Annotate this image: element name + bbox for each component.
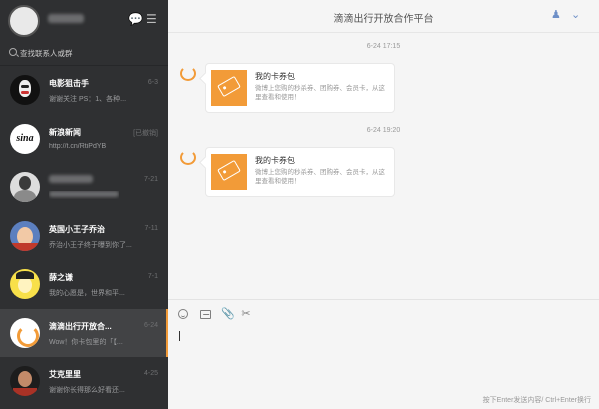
contact-item-didi[interactable]: 滴滴出行开放合... Wow！你卡包里的「【... 6-24 <box>0 308 168 357</box>
contact-item-aikelili[interactable]: 艾克里里 谢谢你长得那么好看还... 4-25 <box>0 357 168 406</box>
emoji-icon[interactable] <box>178 309 188 319</box>
avatar <box>10 366 40 396</box>
message-timestamp: 6-24 19:20 <box>366 127 401 134</box>
contact-item-blurred[interactable]: 7-21 <box>0 163 168 212</box>
contact-list: 电影狙击手 谢谢关注 PS：1、各种... 6-3 sina 新浪新闻 http… <box>0 66 168 406</box>
contact-item-movie-sniper[interactable]: 电影狙击手 谢谢关注 PS：1、各种... 6-3 <box>0 66 168 115</box>
card-title: 我的卡券包 <box>255 72 295 81</box>
contact-preview: 乔治小王子终于曝到你了... <box>49 241 132 249</box>
tag-icon <box>217 75 241 98</box>
chat-header: 滴滴出行开放合作平台 ♟ ⌄ <box>168 0 599 33</box>
avatar <box>10 317 40 348</box>
sidebar: 💬 ☰ 电影狙击手 谢谢关注 PS：1、各种... 6-3 sina 新浪新闻 … <box>0 0 168 409</box>
my-name-blurred <box>48 14 84 23</box>
search-input[interactable] <box>20 46 160 61</box>
scissors-icon[interactable]: ✂ <box>240 308 252 320</box>
contact-preview: 谢谢你长得那么好看还... <box>49 387 125 394</box>
chat-title: 滴滴出行开放合作平台 <box>333 14 434 25</box>
card-title: 我的卡券包 <box>255 156 295 165</box>
contact-preview: http://t.cn/RtiPdYB <box>49 142 107 150</box>
coupon-card[interactable]: 我的卡券包 微博上您购的秒杀券、团购券、会员卡，从这里查看和使用！ <box>205 63 395 113</box>
chat-bubble-icon[interactable]: 💬 <box>128 12 143 26</box>
message-area: 6-24 17:15 我的卡券包 微博上您购的秒杀券、团购券、会员卡，从这里查看… <box>168 33 599 299</box>
profile-header: 💬 ☰ <box>0 0 168 42</box>
contact-preview-blurred <box>49 191 119 199</box>
contact-time: 6-3 <box>147 79 158 86</box>
coupon-thumbnail <box>211 154 247 190</box>
contact-time: 4-25 <box>143 370 158 377</box>
menu-list-icon[interactable]: ☰ <box>146 12 157 26</box>
tag-icon <box>217 159 241 182</box>
contact-time: 6-24 <box>143 321 158 329</box>
card-description: 微博上您购的秒杀券、团购券、会员卡，从这里查看和使用！ <box>255 85 385 101</box>
send-hint: 按下Enter发送内容/ Ctrl+Enter换行 <box>482 397 591 404</box>
contact-search <box>0 42 168 66</box>
message-timestamp: 6-24 17:15 <box>366 43 401 50</box>
contact-time: [已撤销] <box>133 129 158 137</box>
contact-preview: 我的心愿是，世界和平... <box>49 290 125 297</box>
contact-name: 薛之谦 <box>49 273 73 282</box>
avatar <box>10 75 40 105</box>
text-caret <box>179 331 180 341</box>
contact-name: 滴滴出行开放合... <box>49 321 112 331</box>
my-avatar[interactable] <box>8 5 40 37</box>
contact-name: 艾克里里 <box>49 370 81 379</box>
contact-time: 7-21 <box>143 176 158 183</box>
contact-item-prince-george[interactable]: 英国小王子乔治 乔治小王子终于曝到你了... 7-11 <box>0 212 168 261</box>
attachment-icon[interactable]: 📎 <box>221 308 235 320</box>
contact-item-sina-news[interactable]: sina 新浪新闻 http://t.cn/RtiPdYB [已撤销] <box>0 115 168 164</box>
contact-item-xue-zhiqian[interactable]: 薛之谦 我的心愿是，世界和平... 7-1 <box>0 260 168 309</box>
contact-name: 新浪新闻 <box>49 127 81 137</box>
message-composer: 📎 ✂ 按下Enter发送内容/ Ctrl+Enter换行 <box>168 299 599 409</box>
search-icon <box>9 48 17 56</box>
avatar: sina <box>10 123 40 154</box>
coupon-card[interactable]: 我的卡券包 微博上您购的秒杀券、团购券、会员卡，从这里查看和使用！ <box>205 147 395 197</box>
avatar <box>10 269 40 299</box>
contact-name: 英国小王子乔治 <box>49 224 105 234</box>
contact-name-blurred <box>49 175 93 185</box>
sender-avatar[interactable] <box>178 63 196 81</box>
add-user-icon[interactable]: ♟ <box>551 8 561 21</box>
contact-preview: 谢谢关注 PS：1、各种... <box>49 96 127 103</box>
image-icon[interactable] <box>200 310 211 319</box>
contact-name: 电影狙击手 <box>49 79 89 88</box>
message-input[interactable] <box>176 328 591 384</box>
contact-time: 7-1 <box>147 273 158 280</box>
coupon-thumbnail <box>211 70 247 106</box>
contact-time: 7-11 <box>144 224 159 232</box>
avatar <box>10 220 40 251</box>
card-description: 微博上您购的秒杀券、团购券、会员卡，从这里查看和使用！ <box>255 169 385 185</box>
avatar <box>10 172 40 202</box>
sender-avatar[interactable] <box>178 147 196 165</box>
chevron-down-icon[interactable]: ⌄ <box>571 8 580 21</box>
contact-preview: Wow！你卡包里的「【... <box>49 338 123 346</box>
